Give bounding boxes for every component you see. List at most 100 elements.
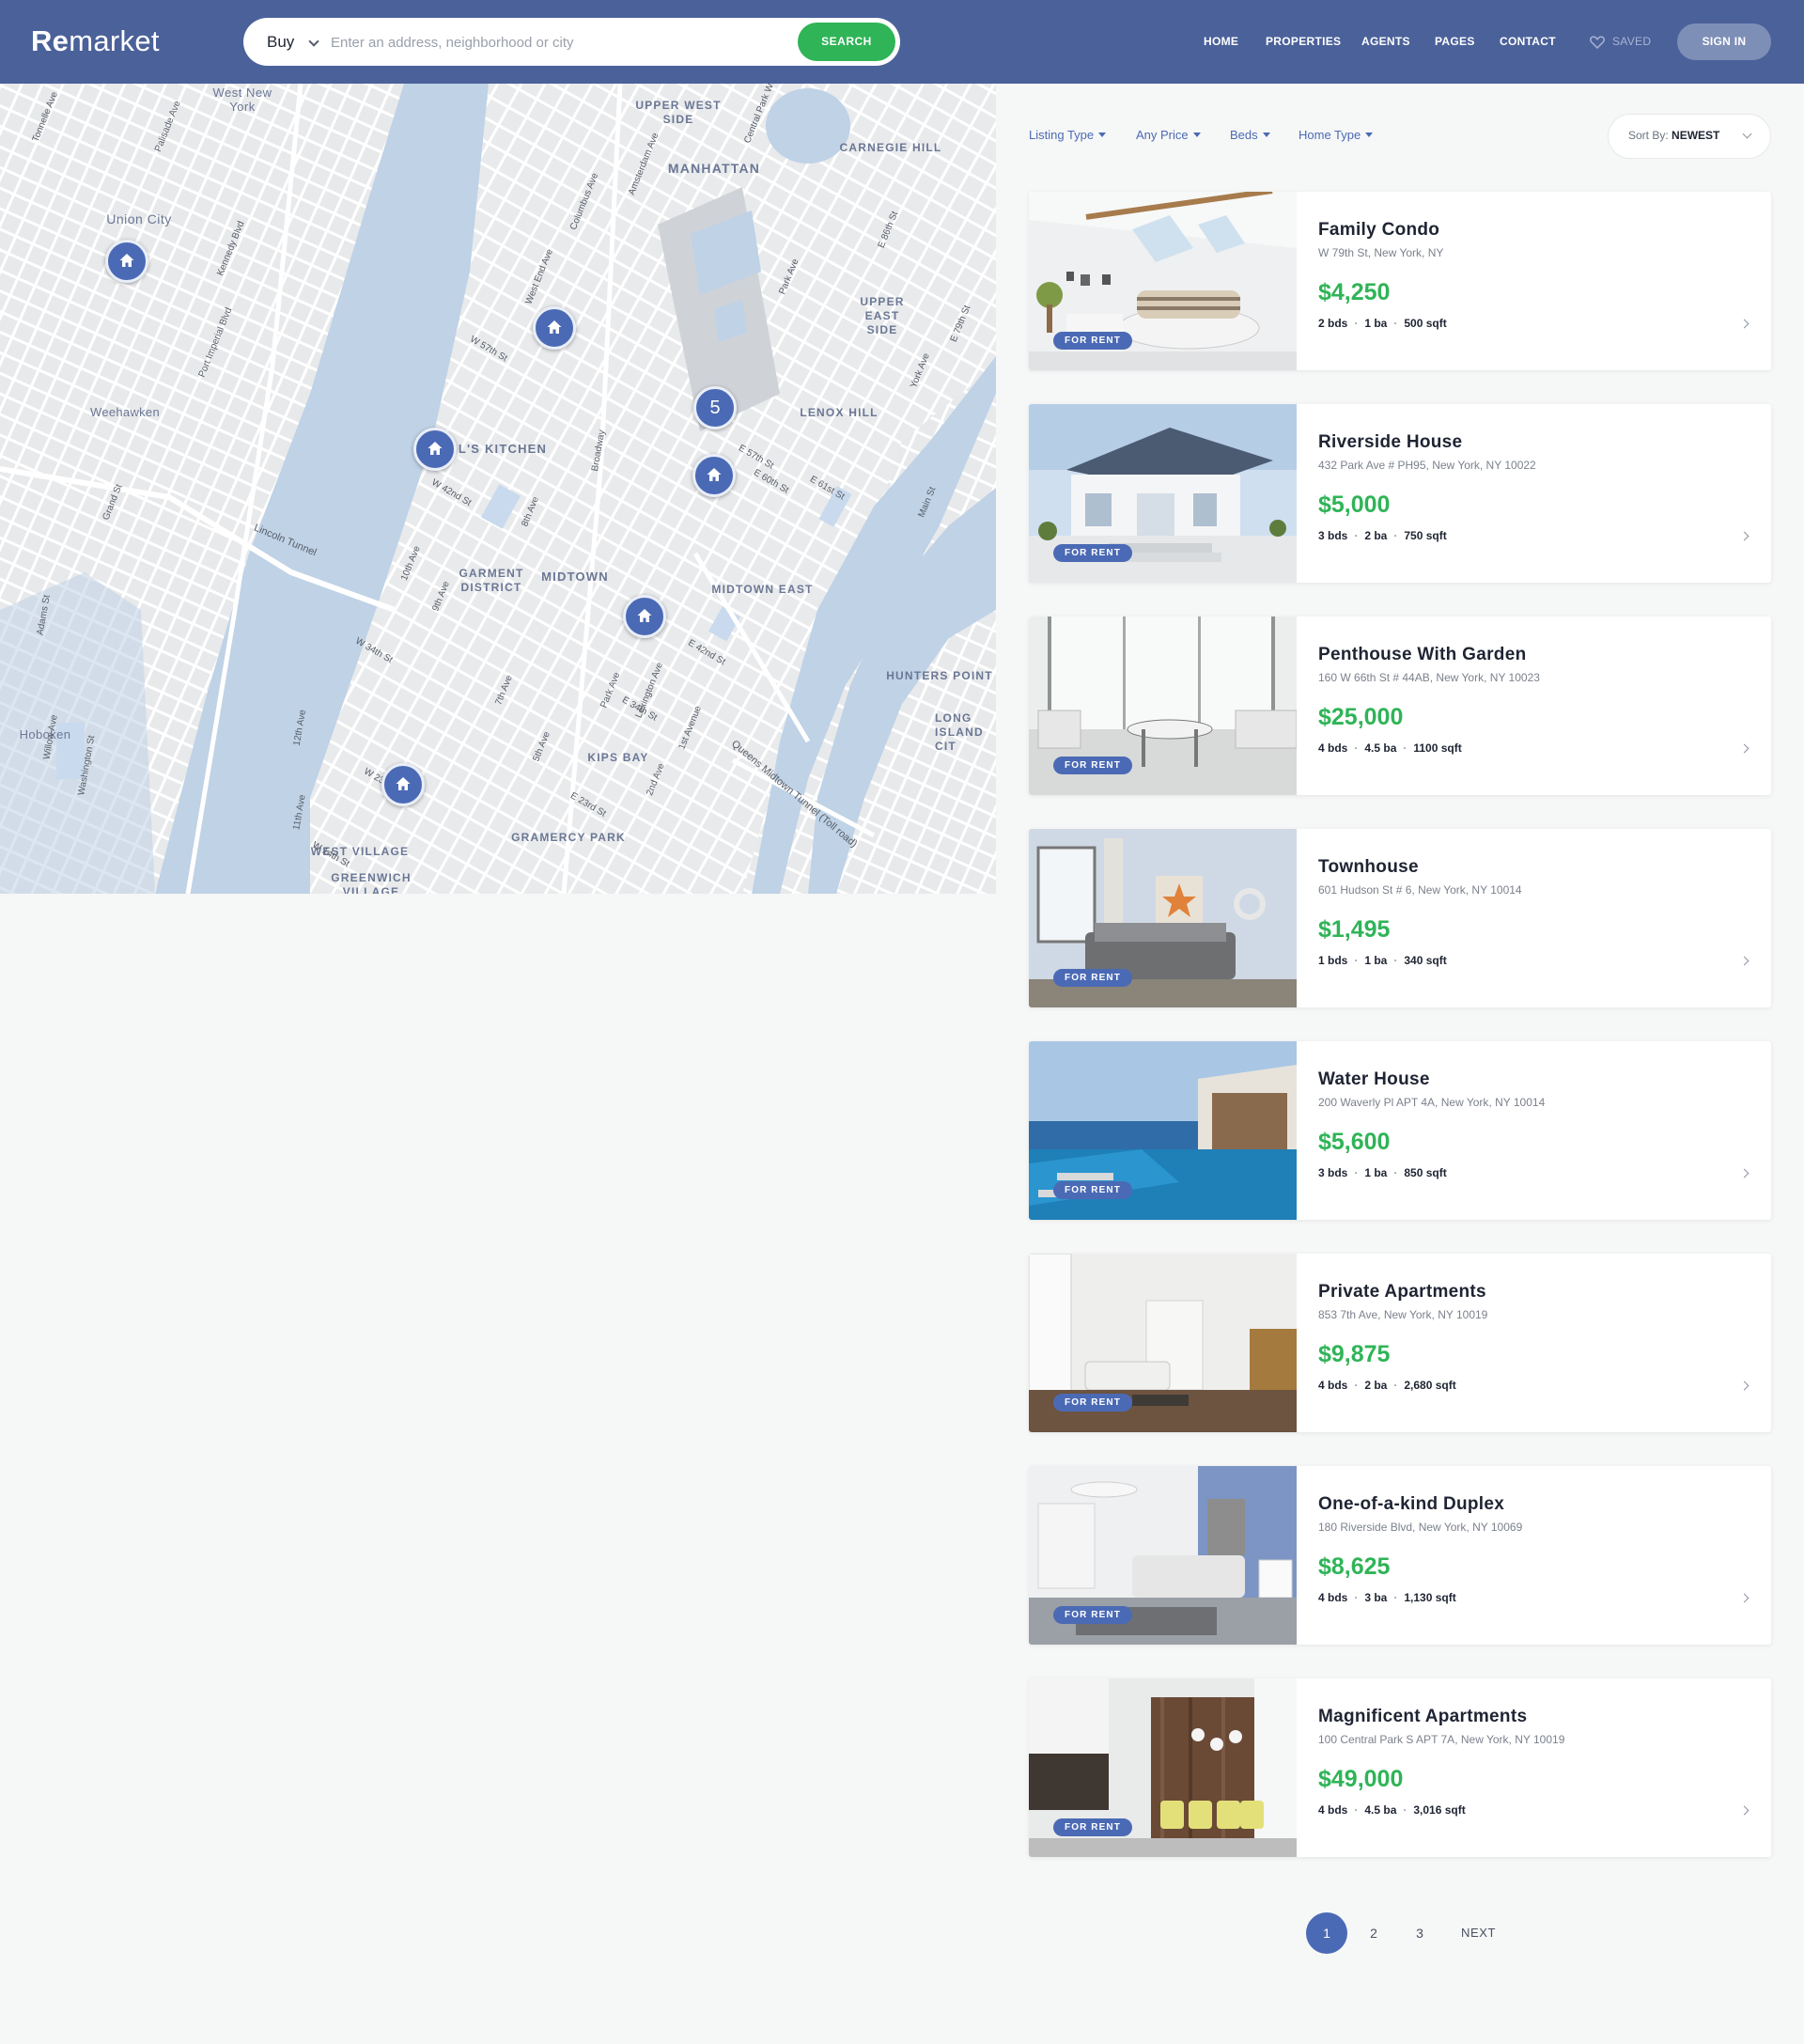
chevron-right-icon[interactable] bbox=[1739, 956, 1750, 966]
home-icon bbox=[707, 468, 722, 481]
property-map[interactable]: West New York UPPER WEST SIDE MANHATTAN … bbox=[0, 84, 996, 894]
for-rent-badge: FOR RENT bbox=[1053, 1181, 1132, 1199]
listing-address: 853 7th Ave, New York, NY 10019 bbox=[1318, 1308, 1488, 1321]
nav-contact[interactable]: CONTACT bbox=[1500, 0, 1556, 84]
map-marker-home[interactable] bbox=[533, 306, 576, 350]
sort-label: Sort By: NEWEST bbox=[1628, 129, 1720, 142]
chevron-right-icon[interactable] bbox=[1739, 1168, 1750, 1178]
map-label-carnegie-hill: CARNEGIE HILL bbox=[839, 141, 942, 154]
for-rent-badge: FOR RENT bbox=[1053, 1818, 1132, 1836]
listing-facts: 3 bds · 2 ba · 750 sqft bbox=[1318, 529, 1447, 542]
listing-card[interactable]: FOR RENT Private Apartments 853 7th Ave,… bbox=[1029, 1254, 1771, 1432]
search-bar: Buy SEARCH bbox=[243, 18, 1026, 66]
map-tiles bbox=[0, 84, 996, 894]
listing-photo[interactable]: FOR RENT bbox=[1029, 1678, 1297, 1857]
pagination-page-1[interactable]: 1 bbox=[1306, 1912, 1347, 1954]
listing-title[interactable]: Family Condo bbox=[1318, 220, 1439, 241]
chevron-right-icon[interactable] bbox=[1739, 1805, 1750, 1816]
listing-address: 100 Central Park S APT 7A, New York, NY … bbox=[1318, 1733, 1565, 1746]
for-rent-badge: FOR RENT bbox=[1053, 969, 1132, 987]
listing-photo[interactable]: FOR RENT bbox=[1029, 616, 1297, 795]
listing-title[interactable]: Penthouse With Garden bbox=[1318, 645, 1526, 665]
listing-facts: 3 bds · 1 ba · 850 sqft bbox=[1318, 1166, 1447, 1179]
listing-title[interactable]: Townhouse bbox=[1318, 857, 1419, 878]
for-rent-badge: FOR RENT bbox=[1053, 332, 1132, 350]
listing-card[interactable]: FOR RENT Penthouse With Garden 160 W 66t… bbox=[1029, 616, 1771, 795]
map-label-west-new-york: West New York bbox=[212, 86, 272, 114]
listing-address: 160 W 66th St # 44AB, New York, NY 10023 bbox=[1318, 671, 1540, 684]
listing-photo[interactable]: FOR RENT bbox=[1029, 1041, 1297, 1220]
listing-address: 601 Hudson St # 6, New York, NY 10014 bbox=[1318, 883, 1522, 897]
listing-photo[interactable]: FOR RENT bbox=[1029, 829, 1297, 1007]
search-type-label: Buy bbox=[267, 33, 295, 51]
listing-photo[interactable]: FOR RENT bbox=[1029, 404, 1297, 583]
chevron-right-icon[interactable] bbox=[1739, 319, 1750, 329]
chevron-down-icon bbox=[1742, 129, 1752, 139]
pagination-next[interactable]: NEXT bbox=[1461, 1912, 1496, 1954]
listing-price: $5,000 bbox=[1318, 491, 1391, 518]
listing-title[interactable]: Private Apartments bbox=[1318, 1282, 1486, 1303]
filter-price[interactable]: Any Price bbox=[1136, 128, 1201, 142]
search-button[interactable]: SEARCH bbox=[798, 23, 895, 61]
caret-down-icon bbox=[1365, 133, 1374, 137]
listing-price: $1,495 bbox=[1318, 916, 1391, 943]
saved-link[interactable]: SAVED bbox=[1590, 0, 1651, 84]
filter-beds[interactable]: Beds bbox=[1230, 128, 1270, 142]
filter-listing-type[interactable]: Listing Type bbox=[1029, 128, 1107, 142]
listing-title[interactable]: Water House bbox=[1318, 1069, 1430, 1090]
map-marker-home[interactable] bbox=[692, 454, 736, 497]
filter-home-type[interactable]: Home Type bbox=[1299, 128, 1374, 142]
map-label-upper-east-side: UPPER EAST SIDE bbox=[860, 295, 905, 336]
map-marker-cluster[interactable]: 5 bbox=[693, 386, 737, 429]
sort-dropdown[interactable]: Sort By: NEWEST bbox=[1608, 114, 1771, 159]
nav-pages[interactable]: PAGES bbox=[1435, 0, 1475, 84]
map-label-upper-west-side: UPPER WEST SIDE bbox=[635, 99, 722, 126]
for-rent-badge: FOR RENT bbox=[1053, 1606, 1132, 1624]
listing-card[interactable]: FOR RENT Family Condo W 79th St, New Yor… bbox=[1029, 192, 1771, 370]
pagination-page-2[interactable]: 2 bbox=[1353, 1912, 1394, 1954]
for-rent-badge: FOR RENT bbox=[1053, 1394, 1132, 1412]
map-marker-home[interactable] bbox=[623, 595, 666, 638]
chevron-right-icon[interactable] bbox=[1739, 1381, 1750, 1391]
search-input[interactable] bbox=[331, 28, 1026, 56]
for-rent-badge: FOR RENT bbox=[1053, 757, 1132, 774]
listing-title[interactable]: Magnificent Apartments bbox=[1318, 1707, 1527, 1727]
map-marker-home[interactable] bbox=[105, 240, 148, 283]
for-rent-badge: FOR RENT bbox=[1053, 544, 1132, 562]
heart-icon bbox=[1590, 36, 1605, 49]
home-icon bbox=[396, 777, 411, 790]
pagination-page-3[interactable]: 3 bbox=[1399, 1912, 1440, 1954]
listing-address: 180 Riverside Blvd, New York, NY 10069 bbox=[1318, 1521, 1523, 1534]
chevron-right-icon[interactable] bbox=[1739, 1593, 1750, 1603]
listing-title[interactable]: Riverside House bbox=[1318, 432, 1462, 453]
site-logo[interactable]: Remarket bbox=[31, 24, 160, 58]
listing-card[interactable]: FOR RENT Water House 200 Waverly Pl APT … bbox=[1029, 1041, 1771, 1220]
home-icon bbox=[428, 442, 443, 455]
listing-title[interactable]: One-of-a-kind Duplex bbox=[1318, 1494, 1504, 1515]
top-navbar: Remarket Buy SEARCH HOME PROPERTIES AGEN… bbox=[0, 0, 1804, 84]
listing-card[interactable]: FOR RENT Townhouse 601 Hudson St # 6, Ne… bbox=[1029, 829, 1771, 1007]
listing-photo[interactable]: FOR RENT bbox=[1029, 1254, 1297, 1432]
map-marker-home[interactable] bbox=[381, 763, 425, 806]
search-type-dropdown[interactable]: Buy bbox=[267, 18, 319, 66]
listing-photo[interactable]: FOR RENT bbox=[1029, 192, 1297, 370]
nav-properties[interactable]: PROPERTIES bbox=[1266, 0, 1341, 84]
listing-card[interactable]: FOR RENT One-of-a-kind Duplex 180 Rivers… bbox=[1029, 1466, 1771, 1645]
nav-home[interactable]: HOME bbox=[1204, 0, 1238, 84]
chevron-right-icon[interactable] bbox=[1739, 531, 1750, 541]
map-marker-home[interactable] bbox=[413, 428, 457, 471]
listing-facts: 1 bds · 1 ba · 340 sqft bbox=[1318, 954, 1447, 967]
map-label-gramercy-park: GRAMERCY PARK bbox=[511, 831, 626, 844]
listing-address: 432 Park Ave # PH95, New York, NY 10022 bbox=[1318, 459, 1536, 472]
map-label-long-island-city: LONG ISLAND CIT bbox=[935, 711, 984, 753]
sign-in-button[interactable]: SIGN IN bbox=[1677, 23, 1771, 60]
listing-price: $8,625 bbox=[1318, 1553, 1391, 1580]
nav-agents[interactable]: AGENTS bbox=[1361, 0, 1410, 84]
listing-card[interactable]: FOR RENT Magnificent Apartments 100 Cent… bbox=[1029, 1678, 1771, 1857]
home-icon bbox=[547, 320, 562, 334]
listing-card[interactable]: FOR RENT Riverside House 432 Park Ave # … bbox=[1029, 404, 1771, 583]
chevron-right-icon[interactable] bbox=[1739, 743, 1750, 754]
map-label-lenox-hill: LENOX HILL bbox=[800, 406, 879, 419]
listing-photo[interactable]: FOR RENT bbox=[1029, 1466, 1297, 1645]
map-label-midtown-east: MIDTOWN EAST bbox=[711, 583, 814, 596]
